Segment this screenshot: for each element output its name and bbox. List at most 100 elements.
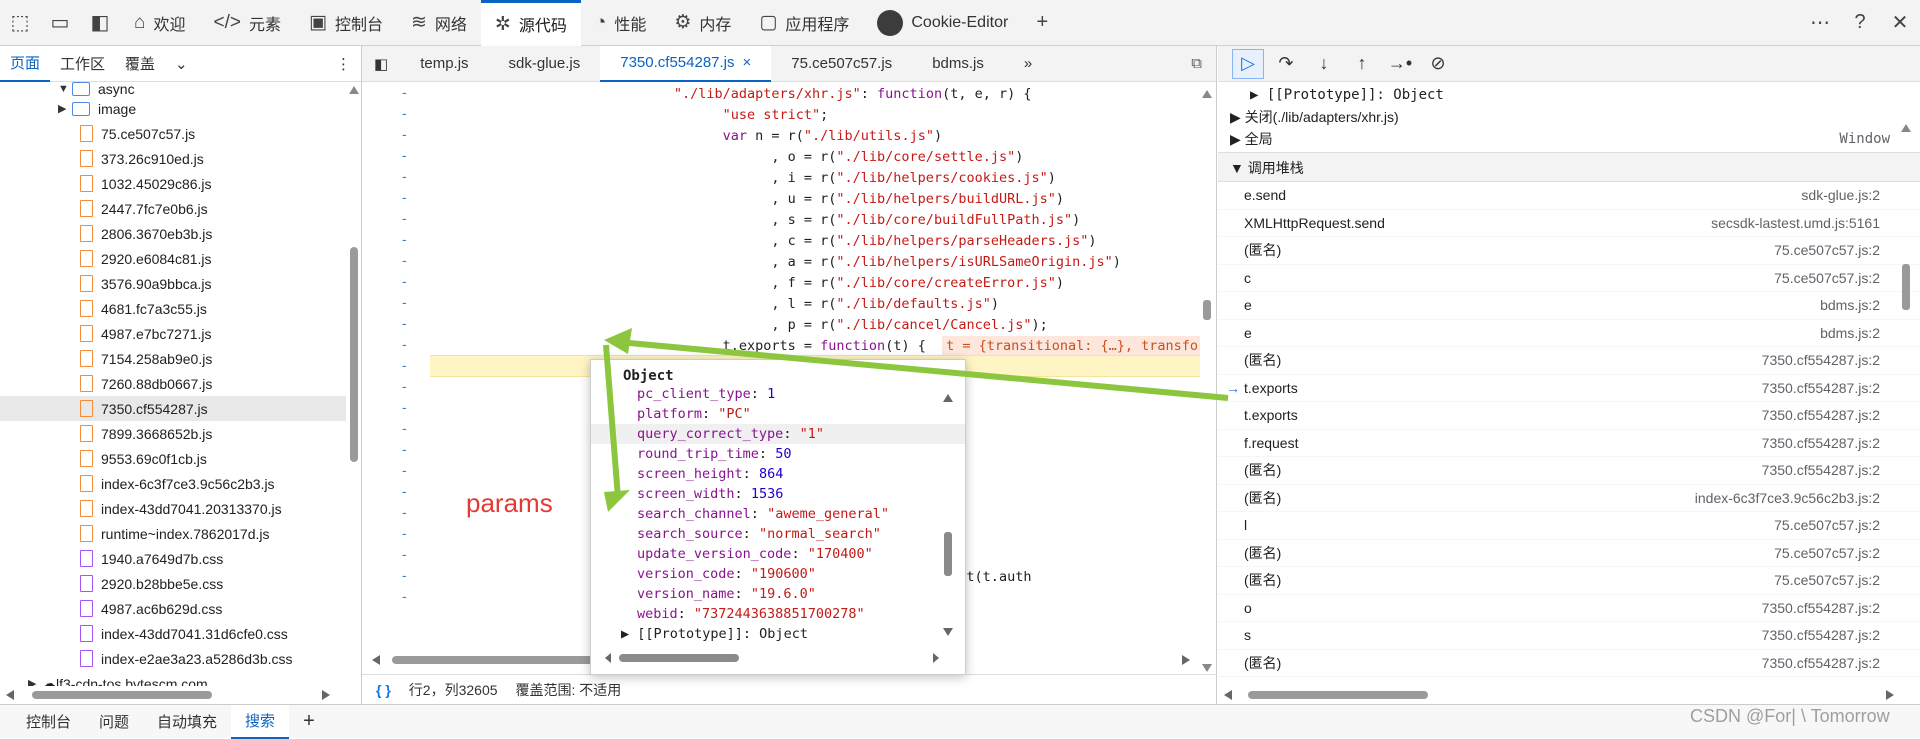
tab-application[interactable]: ▢ 应用程序 xyxy=(745,0,863,46)
help-icon[interactable]: ? xyxy=(1840,0,1880,46)
popover-vertical-scrollbar[interactable] xyxy=(941,390,955,640)
file-item[interactable]: 7899.3668652b.js xyxy=(0,421,346,446)
sidebar-vertical-scrollbar[interactable] xyxy=(1898,82,1914,682)
file-item[interactable]: 1940.a7649d7b.css xyxy=(0,546,346,571)
property-row[interactable]: pc_client_type: 1 xyxy=(591,384,965,404)
toggle-debugger-icon[interactable]: ⧉ xyxy=(1191,55,1216,72)
sidebar-horizontal-scrollbar[interactable] xyxy=(1218,686,1908,704)
tab-wifi[interactable]: ≋ 网络 xyxy=(397,0,481,46)
drawer-tab[interactable]: 控制台 xyxy=(12,705,85,739)
editor-tab[interactable]: sdk-glue.js xyxy=(489,46,601,82)
scope-item[interactable]: ▶ [[Prototype]]: Object xyxy=(1218,84,1920,106)
file-item[interactable]: 4987.e7bc7271.js xyxy=(0,321,346,346)
property-row[interactable]: webid: "7372443638851700278" xyxy=(591,604,965,624)
callstack-frame[interactable]: (匿名) 75.ce507c57.js:2 xyxy=(1218,540,1920,567)
callstack-frame[interactable]: (匿名) 7350.cf554287.js:2 xyxy=(1218,347,1920,375)
more-options-icon[interactable]: ⋯ xyxy=(1800,0,1840,46)
property-row[interactable]: query_correct_type: "1" xyxy=(591,424,965,444)
callstack-frame[interactable]: e.send sdk-glue.js:2 xyxy=(1218,182,1920,210)
file-item[interactable]: 2447.7fc7e0b6.js xyxy=(0,196,346,221)
property-row[interactable]: version_code: "190600" xyxy=(591,564,965,584)
toggle-navigator-icon[interactable]: ◧ xyxy=(362,46,400,82)
property-row[interactable]: platform: "PC" xyxy=(591,404,965,424)
step-over-icon[interactable]: ↷ xyxy=(1270,49,1302,79)
file-item[interactable]: 2920.b28bbe5e.css xyxy=(0,571,346,596)
tree-horizontal-scrollbar[interactable] xyxy=(0,686,346,704)
callstack-frame[interactable]: (匿名) 75.ce507c57.js:2 xyxy=(1218,237,1920,265)
callstack-frame[interactable]: o 7350.cf554287.js:2 xyxy=(1218,595,1920,622)
file-item[interactable]: index-43dd7041.20313370.js xyxy=(0,496,346,521)
editor-tab[interactable]: 75.ce507c57.js xyxy=(771,46,912,82)
tab-cookie-editor[interactable]: Cookie-Editor xyxy=(863,0,1022,46)
add-drawer-tab-button[interactable]: + xyxy=(289,705,329,739)
step-icon[interactable]: →• xyxy=(1384,49,1416,79)
file-item[interactable]: 7154.258ab9e0.js xyxy=(0,346,346,371)
step-into-icon[interactable]: ↓ xyxy=(1308,49,1340,79)
step-out-icon[interactable]: ↑ xyxy=(1346,49,1378,79)
file-item[interactable]: index-6c3f7ce3.9c56c2b3.js xyxy=(0,471,346,496)
tab-workspace[interactable]: 工作区 xyxy=(50,46,115,82)
callstack-frame[interactable]: (匿名) 7350.cf554287.js:2 xyxy=(1218,650,1920,677)
property-row[interactable]: screen_height: 864 xyxy=(591,464,965,484)
tab-overrides[interactable]: 覆盖 xyxy=(115,46,165,82)
property-row[interactable]: version_name: "19.6.0" xyxy=(591,584,965,604)
folder-item[interactable]: ▶ image xyxy=(0,96,346,121)
popover-prototype-row[interactable]: ▶ [[Prototype]]: Object xyxy=(591,624,965,644)
callstack-frame[interactable]: l 75.ce507c57.js:2 xyxy=(1218,512,1920,540)
file-item[interactable]: 2920.e6084c81.js xyxy=(0,246,346,271)
toggle-sidebar-icon[interactable]: ◧ xyxy=(80,0,120,46)
file-item[interactable]: 3576.90a9bbca.js xyxy=(0,271,346,296)
file-item[interactable]: 4987.ac6b629d.css xyxy=(0,596,346,621)
callstack-frame[interactable]: XMLHttpRequest.send secsdk-lastest.umd.js… xyxy=(1218,210,1920,237)
callstack-frame[interactable]: (匿名) 7350.cf554287.js:2 xyxy=(1218,457,1920,485)
popover-horizontal-scrollbar[interactable] xyxy=(603,650,943,666)
domain-item[interactable]: ▶ ☁ lf3-cdn-tos.bytescm.com xyxy=(0,671,346,686)
editor-tab[interactable]: temp.js xyxy=(400,46,488,82)
resume-icon[interactable]: ▷ xyxy=(1232,48,1264,79)
folder-item[interactable]: ▼ async xyxy=(0,82,346,97)
editor-vertical-scrollbar[interactable] xyxy=(1200,82,1214,682)
inspect-element-icon[interactable]: ⬚ xyxy=(0,0,40,46)
callstack-frame[interactable]: c 75.ce507c57.js:2 xyxy=(1218,265,1920,292)
callstack-header[interactable]: ▼ 调用堆栈 xyxy=(1218,152,1920,182)
tab-performance[interactable]: ◔ 性能 xyxy=(581,0,661,46)
drawer-tab[interactable]: 问题 xyxy=(85,705,143,739)
pretty-print-button[interactable]: { } xyxy=(376,682,391,698)
tree-vertical-scrollbar[interactable] xyxy=(348,82,360,686)
file-item[interactable]: 9553.69c0f1cb.js xyxy=(0,446,346,471)
close-devtools-icon[interactable]: ✕ xyxy=(1880,0,1920,46)
callstack-frame[interactable]: s 7350.cf554287.js:2 xyxy=(1218,622,1920,650)
chevron-down-icon[interactable]: ⌄ xyxy=(165,46,198,82)
tab-elements[interactable]: </> 元素 xyxy=(200,0,296,46)
tab-console[interactable]: ▣ 控制台 xyxy=(295,0,397,46)
file-item[interactable]: 7260.88db0667.js xyxy=(0,371,346,396)
file-item[interactable]: 4681.fc7a3c55.js xyxy=(0,296,346,321)
deactivate-breakpoints-icon[interactable]: ⊘ xyxy=(1422,49,1454,79)
more-tabs-icon[interactable]: » xyxy=(1004,46,1052,82)
editor-tab[interactable]: bdms.js xyxy=(912,46,1004,82)
property-row[interactable]: round_trip_time: 50 xyxy=(591,444,965,464)
callstack-frame[interactable]: t.exports 7350.cf554287.js:2 xyxy=(1218,402,1920,430)
add-tab-button[interactable]: + xyxy=(1022,0,1062,46)
file-item[interactable]: index-e2ae3a23.a5286d3b.css xyxy=(0,646,346,671)
editor-tab[interactable]: 7350.cf554287.js × xyxy=(600,45,772,82)
drawer-tab[interactable]: 自动填充 xyxy=(143,705,231,739)
callstack-frame[interactable]: (匿名) 75.ce507c57.js:2 xyxy=(1218,567,1920,595)
property-row[interactable]: update_version_code: "170400" xyxy=(591,544,965,564)
scope-item[interactable]: ▶ 关闭(./lib/adapters/xhr.js) xyxy=(1218,106,1920,128)
drawer-tab[interactable]: 搜索 xyxy=(231,704,290,739)
callstack-frame[interactable]: f.request 7350.cf554287.js:2 xyxy=(1218,430,1920,457)
callstack-frame[interactable]: e bdms.js:2 xyxy=(1218,292,1920,320)
tab-bug[interactable]: ✲ 源代码 xyxy=(480,0,581,46)
property-row[interactable]: screen_width: 1536 xyxy=(591,484,965,504)
callstack-frame[interactable]: e bdms.js:2 xyxy=(1218,320,1920,347)
file-item[interactable]: runtime~index.7862017d.js xyxy=(0,521,346,546)
callstack-frame[interactable]: → t.exports 7350.cf554287.js:2 xyxy=(1218,375,1920,402)
property-row[interactable]: search_source: "normal_search" xyxy=(591,524,965,544)
file-item[interactable]: 1032.45029c86.js xyxy=(0,171,346,196)
scope-item[interactable]: ▶ 全局 Window xyxy=(1218,128,1920,150)
file-item[interactable]: 7350.cf554287.js xyxy=(0,396,346,421)
file-item[interactable]: index-43dd7041.31d6cfe0.css xyxy=(0,621,346,646)
file-item[interactable]: 2806.3670eb3b.js xyxy=(0,221,346,246)
tab-pages[interactable]: 页面 xyxy=(0,46,51,82)
